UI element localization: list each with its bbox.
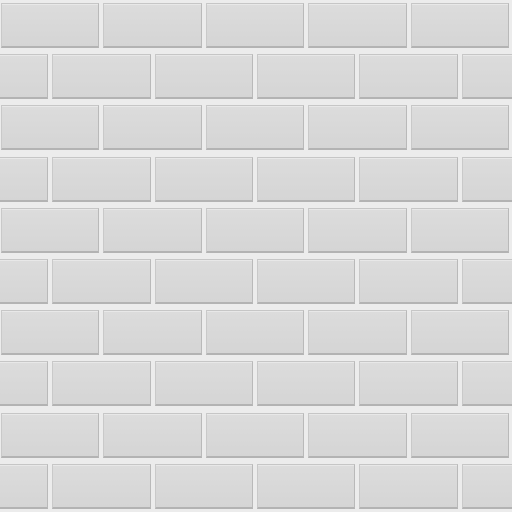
- tile-row: [0, 307, 512, 358]
- tile: [461, 463, 512, 509]
- tile: [0, 361, 49, 407]
- tile: [52, 54, 151, 100]
- tile: [103, 3, 202, 48]
- tile: [410, 207, 509, 253]
- tile: [410, 310, 509, 356]
- tile-row: [0, 256, 512, 307]
- tile-wall: [0, 0, 512, 512]
- tile: [461, 156, 512, 202]
- tile: [52, 463, 151, 509]
- tile: [52, 156, 151, 202]
- tile: [1, 310, 100, 356]
- tile: [52, 259, 151, 304]
- tile: [359, 156, 458, 202]
- tile: [103, 105, 202, 151]
- tile-row: [0, 51, 512, 102]
- tile: [359, 54, 458, 100]
- tile: [410, 105, 509, 151]
- tile-row: [0, 0, 512, 51]
- tile: [359, 259, 458, 304]
- tile: [461, 361, 512, 407]
- tile: [308, 105, 407, 151]
- tile: [359, 361, 458, 407]
- tile: [1, 412, 100, 458]
- tile: [410, 412, 509, 458]
- tile: [461, 259, 512, 304]
- tile-row: [0, 102, 512, 153]
- tile: [154, 54, 253, 100]
- tile: [257, 361, 356, 407]
- tile: [154, 361, 253, 407]
- tile: [359, 463, 458, 509]
- tile: [257, 54, 356, 100]
- tile: [1, 105, 100, 151]
- tile: [103, 207, 202, 253]
- tile: [103, 412, 202, 458]
- tile: [205, 3, 305, 48]
- tile-row: [0, 358, 512, 409]
- tile-row: [0, 410, 512, 461]
- tile: [52, 361, 151, 407]
- tile: [410, 3, 509, 48]
- tile: [0, 156, 49, 202]
- tile: [154, 156, 253, 202]
- tile: [1, 207, 100, 253]
- tile: [154, 259, 253, 304]
- tile: [308, 3, 407, 48]
- tile: [1, 3, 100, 48]
- tile: [205, 412, 305, 458]
- tile: [308, 207, 407, 253]
- tile: [308, 412, 407, 458]
- tile: [308, 310, 407, 356]
- tile: [257, 156, 356, 202]
- tile: [0, 463, 49, 509]
- tile: [205, 105, 305, 151]
- tile: [0, 259, 49, 304]
- tile: [0, 54, 49, 100]
- tile: [205, 310, 305, 356]
- tile: [257, 259, 356, 304]
- tile: [154, 463, 253, 509]
- tile: [461, 54, 512, 100]
- tile: [205, 207, 305, 253]
- tile-row: [0, 205, 512, 256]
- tile-row: [0, 461, 512, 512]
- tile: [257, 463, 356, 509]
- tile-row: [0, 154, 512, 205]
- tile: [103, 310, 202, 356]
